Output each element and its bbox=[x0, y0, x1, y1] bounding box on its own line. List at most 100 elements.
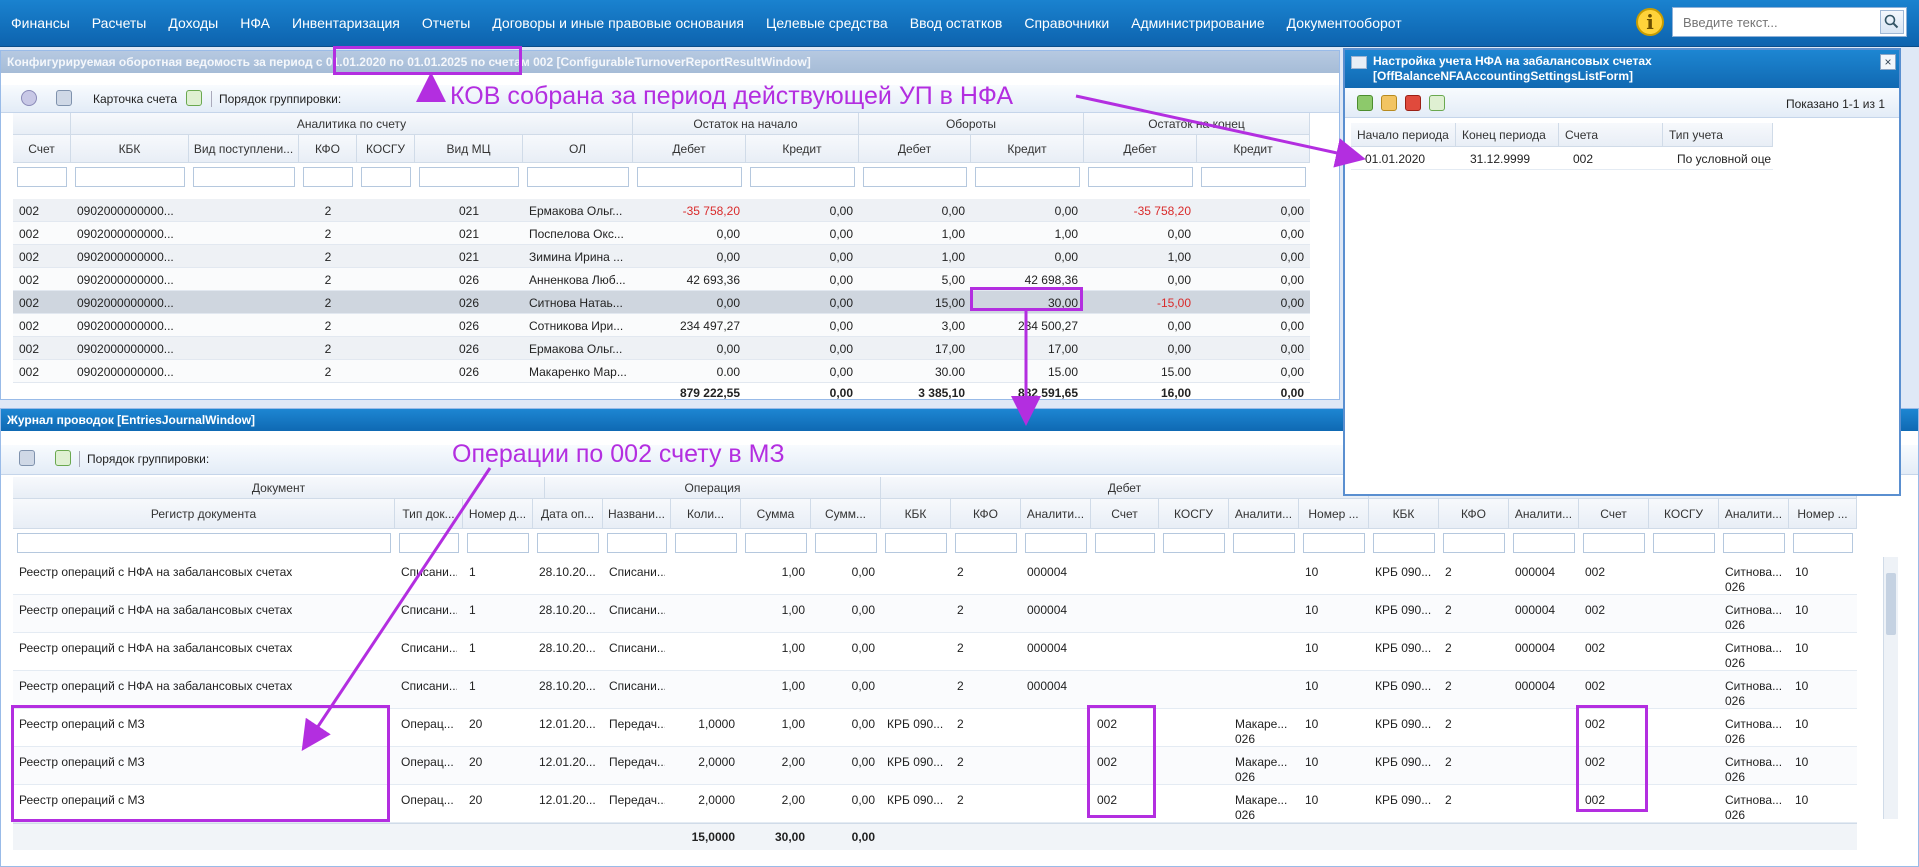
column-filter-input[interactable] bbox=[745, 533, 807, 553]
column-header-17[interactable]: Аналити... bbox=[1509, 499, 1579, 529]
menu-item-document-flow[interactable]: Документооборот bbox=[1276, 15, 1413, 31]
column-header-10[interactable]: Кредит bbox=[971, 135, 1084, 163]
column-filter-input[interactable] bbox=[1513, 533, 1575, 553]
scrollbar-thumb[interactable] bbox=[1886, 573, 1896, 635]
column-header-20[interactable]: Аналити... bbox=[1719, 499, 1789, 529]
refresh-icon[interactable] bbox=[1429, 95, 1445, 111]
menu-item-target-funds[interactable]: Целевые средства bbox=[755, 15, 899, 31]
column-header-19[interactable]: КОСГУ bbox=[1649, 499, 1719, 529]
column-header-7[interactable]: Дебет bbox=[633, 135, 746, 163]
column-header-5[interactable]: Коли... bbox=[671, 499, 741, 529]
column-filter-input[interactable] bbox=[361, 167, 411, 187]
column-filter-input[interactable] bbox=[303, 167, 353, 187]
column-filter-input[interactable] bbox=[17, 533, 391, 553]
column-header-18[interactable]: Счет bbox=[1579, 499, 1649, 529]
column-filter-input[interactable] bbox=[537, 533, 599, 553]
refresh-icon[interactable] bbox=[55, 450, 71, 466]
column-filter-input[interactable] bbox=[527, 167, 629, 187]
column-header-8[interactable]: КБК bbox=[881, 499, 951, 529]
column-header-5[interactable]: Вид МЦ bbox=[415, 135, 523, 163]
column-header-11[interactable]: Счет bbox=[1091, 499, 1159, 529]
column-header-10[interactable]: Аналити... bbox=[1021, 499, 1091, 529]
column-filter-input[interactable] bbox=[885, 533, 947, 553]
column-header-16[interactable]: КФО bbox=[1439, 499, 1509, 529]
column-header-12[interactable]: Кредит bbox=[1197, 135, 1310, 163]
column-filter-input[interactable] bbox=[955, 533, 1017, 553]
column-filter-input[interactable] bbox=[1583, 533, 1645, 553]
column-filter-input[interactable] bbox=[467, 533, 529, 553]
menu-item-administration[interactable]: Администрирование bbox=[1120, 15, 1276, 31]
column-header-0[interactable]: Начало периода bbox=[1351, 123, 1456, 147]
menu-item-contracts[interactable]: Договоры и иные правовые основания bbox=[481, 15, 755, 31]
column-filter-input[interactable] bbox=[419, 167, 519, 187]
column-header-2[interactable]: Номер д... bbox=[463, 499, 533, 529]
menu-item-settlements[interactable]: Расчеты bbox=[81, 15, 158, 31]
column-header-13[interactable]: Аналити... bbox=[1229, 499, 1299, 529]
print-icon[interactable] bbox=[19, 450, 35, 466]
column-header-6[interactable]: ОЛ bbox=[523, 135, 633, 163]
menu-item-finance[interactable]: Финансы bbox=[0, 15, 81, 31]
column-header-7[interactable]: Сумм... bbox=[811, 499, 881, 529]
column-filter-input[interactable] bbox=[975, 167, 1080, 187]
column-header-8[interactable]: Кредит bbox=[746, 135, 859, 163]
column-header-15[interactable]: КБК bbox=[1369, 499, 1439, 529]
column-header-4[interactable]: Названи... bbox=[603, 499, 671, 529]
column-header-11[interactable]: Дебет bbox=[1084, 135, 1197, 163]
column-filter-input[interactable] bbox=[17, 167, 67, 187]
delete-icon[interactable] bbox=[1405, 95, 1421, 111]
column-filter-input[interactable] bbox=[815, 533, 877, 553]
add-icon[interactable] bbox=[1357, 95, 1373, 111]
search-input[interactable] bbox=[1681, 14, 1865, 31]
column-filter-input[interactable] bbox=[1443, 533, 1505, 553]
column-filter-input[interactable] bbox=[1163, 533, 1225, 553]
menu-item-nfa[interactable]: НФА bbox=[229, 15, 281, 31]
column-header-1[interactable]: Конец периода bbox=[1456, 123, 1559, 147]
column-header-0[interactable]: Счет bbox=[13, 135, 71, 163]
column-header-2[interactable]: Вид поступлени... bbox=[189, 135, 299, 163]
column-header-6[interactable]: Сумма bbox=[741, 499, 811, 529]
column-filter-input[interactable] bbox=[1201, 167, 1306, 187]
column-header-4[interactable]: КОСГУ bbox=[357, 135, 415, 163]
column-filter-input[interactable] bbox=[1373, 533, 1435, 553]
close-button[interactable]: × bbox=[1880, 54, 1896, 70]
column-filter-input[interactable] bbox=[607, 533, 667, 553]
menu-item-inventory[interactable]: Инвентаризация bbox=[281, 15, 411, 31]
column-filter-input[interactable] bbox=[1793, 533, 1853, 553]
column-header-3[interactable]: Дата оп... bbox=[533, 499, 603, 529]
column-filter-input[interactable] bbox=[637, 167, 742, 187]
column-header-3[interactable]: КФО bbox=[299, 135, 357, 163]
search-button[interactable] bbox=[1880, 10, 1904, 34]
menu-item-directories[interactable]: Справочники bbox=[1013, 15, 1120, 31]
column-header-2[interactable]: Счета bbox=[1559, 123, 1663, 147]
column-filter-input[interactable] bbox=[1303, 533, 1365, 553]
column-filter-input[interactable] bbox=[399, 533, 459, 553]
print-icon[interactable] bbox=[56, 90, 72, 106]
column-filter-input[interactable] bbox=[675, 533, 737, 553]
column-filter-input[interactable] bbox=[75, 167, 185, 187]
column-filter-input[interactable] bbox=[1025, 533, 1087, 553]
settings-icon[interactable] bbox=[21, 90, 37, 106]
column-header-9[interactable]: Дебет bbox=[859, 135, 971, 163]
column-filter-input[interactable] bbox=[193, 167, 295, 187]
column-filter-input[interactable] bbox=[1095, 533, 1155, 553]
column-header-21[interactable]: Номер ... bbox=[1789, 499, 1857, 529]
column-header-1[interactable]: Тип док... bbox=[395, 499, 463, 529]
column-filter-input[interactable] bbox=[1723, 533, 1785, 553]
edit-icon[interactable] bbox=[1381, 95, 1397, 111]
menu-item-opening-balances[interactable]: Ввод остатков bbox=[899, 15, 1014, 31]
column-filter-input[interactable] bbox=[1233, 533, 1295, 553]
refresh-icon[interactable] bbox=[186, 90, 202, 106]
column-header-12[interactable]: КОСГУ bbox=[1159, 499, 1229, 529]
column-filter-input[interactable] bbox=[863, 167, 967, 187]
column-header-0[interactable]: Регистр документа bbox=[13, 499, 395, 529]
account-card-button[interactable]: Карточка счета bbox=[93, 90, 177, 108]
column-header-9[interactable]: КФО bbox=[951, 499, 1021, 529]
column-header-14[interactable]: Номер ... bbox=[1299, 499, 1369, 529]
column-filter-input[interactable] bbox=[750, 167, 855, 187]
menu-item-reports[interactable]: Отчеты bbox=[411, 15, 481, 31]
column-header-1[interactable]: КБК bbox=[71, 135, 189, 163]
info-icon[interactable]: i bbox=[1636, 8, 1664, 36]
column-filter-input[interactable] bbox=[1088, 167, 1193, 187]
menu-item-income[interactable]: Доходы bbox=[157, 15, 229, 31]
column-filter-input[interactable] bbox=[1653, 533, 1715, 553]
